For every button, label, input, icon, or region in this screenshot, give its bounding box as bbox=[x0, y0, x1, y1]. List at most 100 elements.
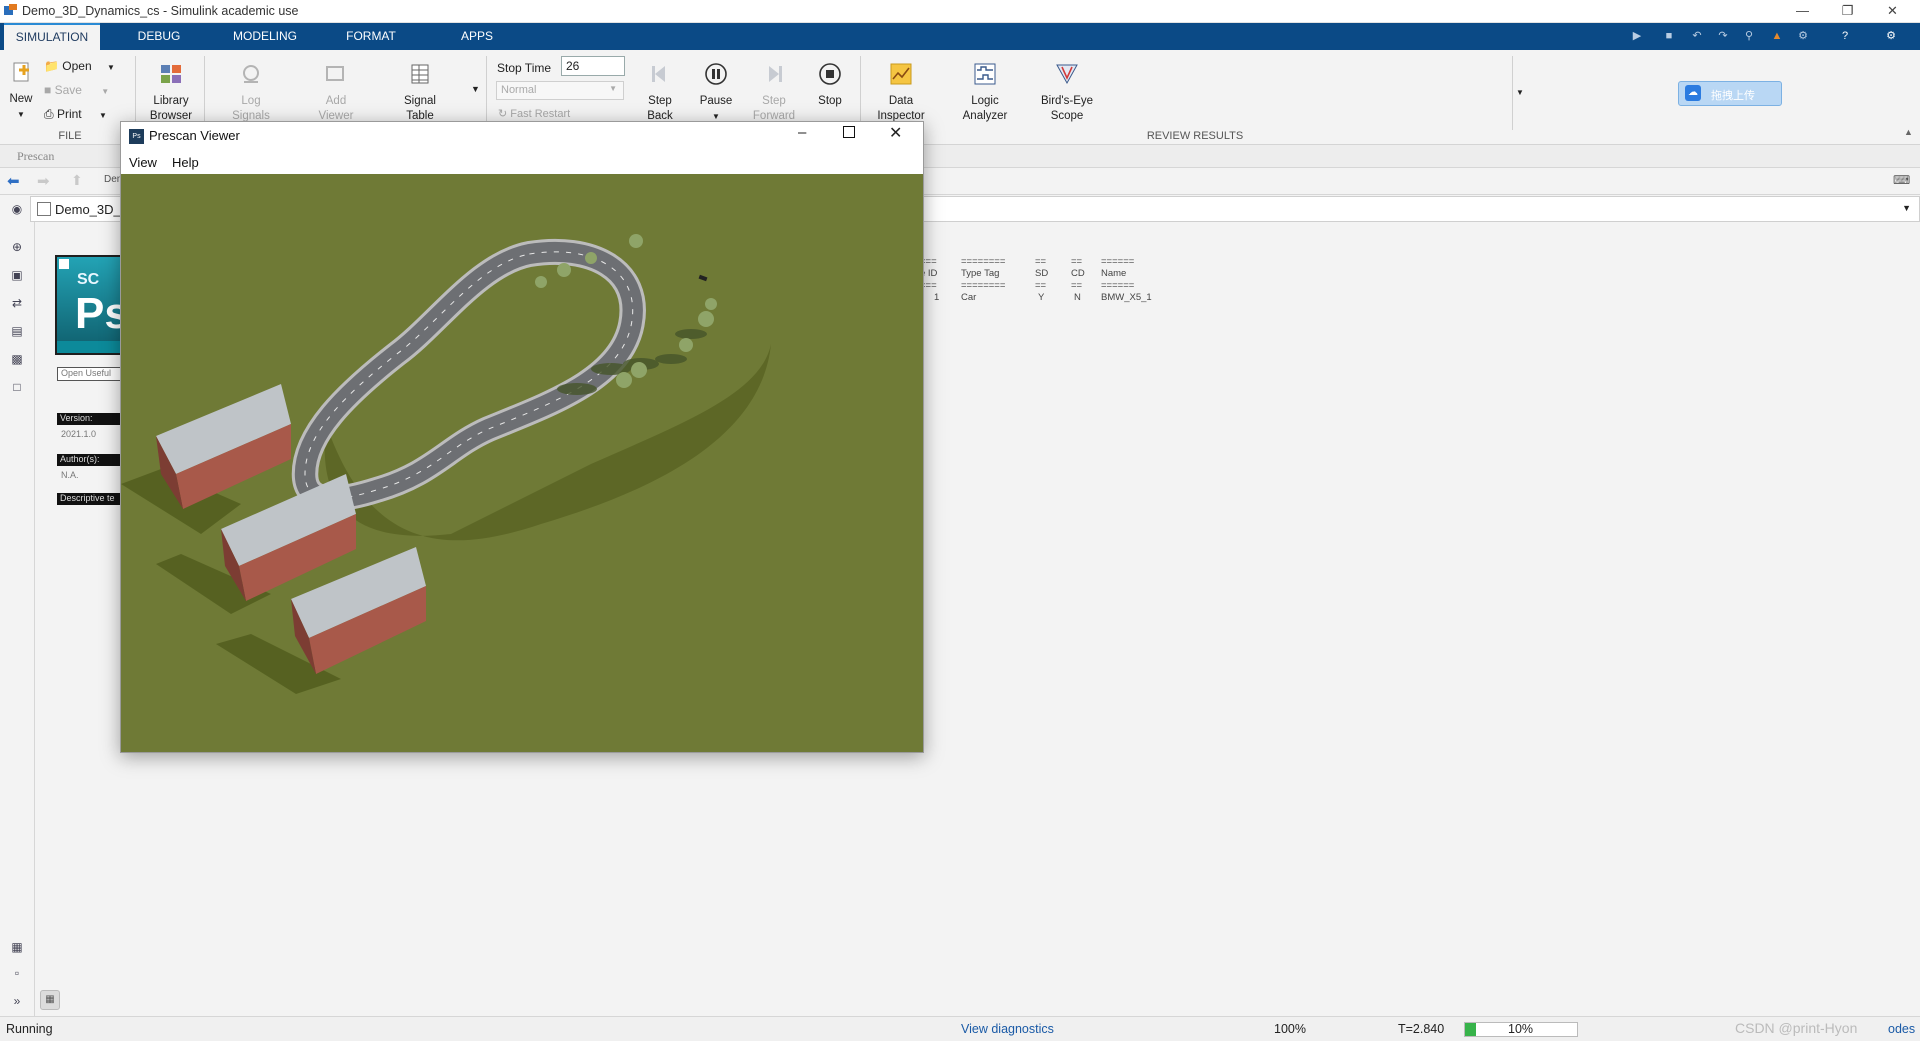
table-cell-type-tag: Car bbox=[961, 292, 977, 303]
pause-button[interactable]: Pause ▼ bbox=[696, 62, 736, 124]
table-header-sd: SD bbox=[1035, 268, 1049, 279]
keyboard-icon[interactable]: ⌨ bbox=[1893, 173, 1910, 187]
watermark: CSDN @print-Hyon bbox=[1735, 1020, 1858, 1036]
viewer-title: Prescan Viewer bbox=[149, 128, 240, 143]
viewer-maximize-icon[interactable] bbox=[843, 126, 855, 138]
log-signals-icon bbox=[243, 65, 259, 83]
forward-arrow-icon[interactable]: ➡ bbox=[37, 172, 50, 190]
collapse-icon[interactable]: ⚙ bbox=[1882, 29, 1900, 44]
data-inspector-button[interactable]: Data Inspector bbox=[872, 62, 930, 124]
printer-icon: ⎙ bbox=[44, 107, 54, 121]
version-label: Version: bbox=[57, 413, 121, 425]
new-label: New bbox=[9, 93, 33, 105]
3d-scene-view[interactable] bbox=[121, 174, 923, 752]
table-rule: ======== bbox=[961, 256, 1006, 267]
area-icon[interactable]: □ bbox=[9, 380, 25, 394]
tab-debug[interactable]: DEBUG bbox=[120, 23, 198, 50]
stop-button[interactable]: Stop bbox=[810, 62, 850, 109]
prescan-logo-block[interactable]: SC Ps bbox=[55, 255, 129, 355]
library-browser-button[interactable]: Library Browser bbox=[146, 62, 196, 124]
undo-icon[interactable]: ↶ bbox=[1688, 29, 1706, 44]
table-header-name: Name bbox=[1101, 268, 1127, 279]
cloud-upload-button[interactable]: ☁ 拖拽上传 bbox=[1678, 81, 1782, 106]
minimize-icon[interactable]: — bbox=[1780, 0, 1825, 22]
table-cell-name: BMW_X5_1 bbox=[1101, 292, 1152, 303]
stop-label: Stop bbox=[818, 95, 842, 107]
back-arrow-icon[interactable]: ⬅ bbox=[7, 172, 20, 190]
help-icon[interactable]: ? bbox=[1836, 29, 1854, 44]
save-label: Save bbox=[54, 83, 82, 97]
menu-help[interactable]: Help bbox=[172, 155, 199, 170]
fast-restart-label: Fast Restart bbox=[510, 108, 571, 120]
table-rule: ====== bbox=[1101, 280, 1135, 291]
signal-table-button[interactable]: Signal Table bbox=[394, 62, 446, 124]
redo-icon[interactable]: ↷ bbox=[1714, 29, 1732, 44]
save-button[interactable]: ■ Save ▼ bbox=[44, 83, 109, 97]
step-back-icon bbox=[652, 66, 665, 82]
collapse-ribbon-icon[interactable]: ▲ bbox=[1904, 127, 1913, 137]
table-header-cd: CD bbox=[1071, 268, 1085, 279]
prepare-expand-icon[interactable]: ▼ bbox=[471, 84, 480, 94]
tab-simulation[interactable]: SIMULATION bbox=[4, 23, 100, 50]
add-viewer-button[interactable]: Add Viewer bbox=[310, 62, 362, 124]
stop-time-input[interactable]: 26 bbox=[561, 56, 625, 76]
open-useful-button[interactable]: Open Useful bbox=[57, 367, 121, 381]
menu-view[interactable]: View bbox=[129, 155, 157, 170]
logo-stripe bbox=[57, 341, 121, 353]
cloud-upload-label: 拖拽上传 bbox=[1711, 90, 1755, 102]
authors-label: Author(s): bbox=[57, 454, 121, 466]
simulink-app-icon bbox=[4, 4, 17, 15]
fast-restart-icon: ↻ bbox=[498, 108, 508, 120]
restore-icon[interactable]: ❐ bbox=[1825, 0, 1870, 22]
image-icon[interactable]: ▩ bbox=[9, 352, 25, 366]
tab-apps[interactable]: APPS bbox=[448, 23, 506, 50]
table-rule: == bbox=[1071, 280, 1083, 291]
model-path[interactable]: Demo_3D_D bbox=[55, 202, 130, 217]
annotation-icon[interactable]: ▤ bbox=[9, 324, 25, 338]
screenshot-icon[interactable]: ▦ bbox=[9, 940, 25, 954]
zoom-icon[interactable]: ⚲ bbox=[1740, 29, 1758, 44]
stop-icon bbox=[819, 63, 841, 85]
property-inspector-icon[interactable]: ▫ bbox=[9, 966, 25, 980]
open-dropdown-icon: ▼ bbox=[107, 63, 115, 72]
hide-show-icon[interactable]: ◉ bbox=[9, 202, 25, 216]
step-back-button[interactable]: Step Back bbox=[640, 62, 680, 124]
fit-view-icon[interactable]: ▣ bbox=[9, 268, 25, 282]
viewer-close-icon[interactable]: ✕ bbox=[889, 123, 902, 143]
zoom-in-icon[interactable]: ⊕ bbox=[9, 240, 25, 254]
settings-icon[interactable]: ⚙ bbox=[1794, 29, 1812, 44]
solver-link[interactable]: odes bbox=[1888, 1022, 1915, 1036]
view-diagnostics-link[interactable]: View diagnostics bbox=[961, 1022, 1054, 1036]
print-button[interactable]: ⎙ Print ▼ bbox=[44, 107, 107, 122]
matlab-icon[interactable]: ▲ bbox=[1768, 29, 1786, 44]
table-header-type-tag: Type Tag bbox=[961, 268, 1000, 279]
up-arrow-icon[interactable]: ⬆ bbox=[71, 172, 83, 189]
library-browser-label: Library Browser bbox=[149, 95, 193, 122]
fast-restart-toggle[interactable]: ↻ Fast Restart bbox=[498, 107, 570, 120]
step-forward-button[interactable]: Step Forward bbox=[752, 62, 796, 124]
path-dropdown-icon[interactable]: ▼ bbox=[1902, 203, 1911, 213]
ribbon-expand-icon[interactable]: ▼ bbox=[1512, 56, 1527, 130]
save-icon[interactable]: ■ bbox=[1660, 29, 1678, 44]
data-inspector-icon bbox=[890, 63, 912, 85]
arrow-direction-icon[interactable]: ⇄ bbox=[9, 296, 25, 310]
new-button[interactable]: New ▼ bbox=[4, 60, 38, 122]
database-icon[interactable]: ▦ bbox=[40, 990, 60, 1010]
close-icon[interactable]: ✕ bbox=[1870, 0, 1915, 22]
tab-format[interactable]: FORMAT bbox=[334, 23, 408, 50]
run-icon[interactable]: ▶ bbox=[1628, 29, 1646, 44]
simulation-mode-select[interactable]: Normal ▼ bbox=[496, 81, 624, 100]
simulation-mode-value: Normal bbox=[501, 84, 537, 96]
add-viewer-icon bbox=[326, 66, 344, 81]
prescan-tab[interactable]: Prescan bbox=[17, 149, 54, 164]
viewer-minimize-icon[interactable]: – bbox=[798, 124, 806, 141]
birds-eye-scope-button[interactable]: Bird's-Eye Scope bbox=[1032, 62, 1102, 124]
logic-analyzer-label: Logic Analyzer bbox=[962, 95, 1008, 122]
open-button[interactable]: 📁 Open ▼ bbox=[44, 59, 115, 73]
prescan-viewer-window[interactable]: Ps Prescan Viewer – ✕ View Help bbox=[120, 121, 924, 753]
tab-modeling[interactable]: MODELING bbox=[222, 23, 308, 50]
logic-analyzer-button[interactable]: Logic Analyzer bbox=[956, 62, 1014, 124]
log-signals-button[interactable]: Log Signals bbox=[225, 62, 277, 124]
expand-icon[interactable]: » bbox=[9, 994, 25, 1008]
add-viewer-label: Add Viewer bbox=[318, 95, 354, 122]
